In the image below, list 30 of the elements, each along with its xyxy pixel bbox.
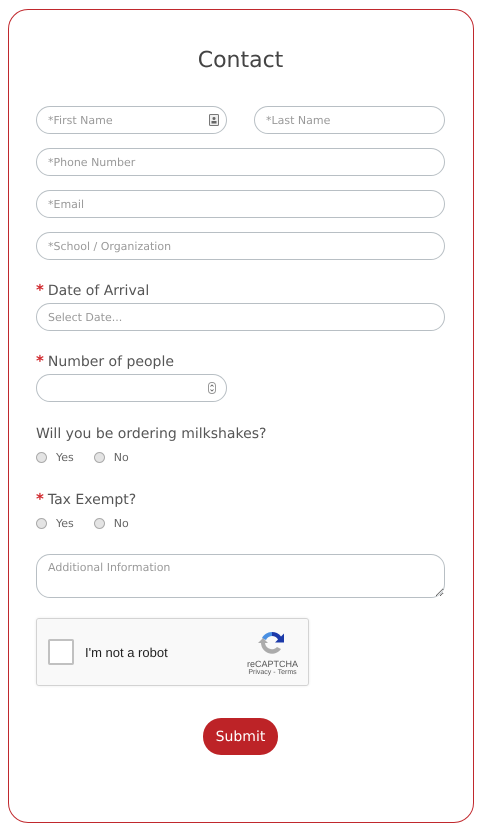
submit-button[interactable]: Submit	[202, 718, 278, 755]
checkbox[interactable]	[48, 639, 74, 665]
question-label: Tax Exempt?	[48, 492, 136, 508]
radio-button[interactable]	[36, 452, 47, 463]
input-field[interactable]: *Phone Number	[36, 148, 445, 176]
spinner-icon[interactable]	[208, 382, 216, 394]
number-field[interactable]	[36, 374, 227, 402]
radio-button[interactable]	[94, 518, 105, 529]
required-marker: *	[36, 490, 44, 508]
input-field[interactable]: *First Name	[36, 106, 227, 134]
option-label: Yes	[56, 517, 74, 530]
required-marker: *	[36, 281, 44, 299]
option-label: No	[114, 517, 129, 530]
input-field[interactable]: *Email	[36, 190, 445, 218]
option-label: Yes	[56, 451, 74, 464]
question-label: Will you be ordering milkshakes?	[36, 426, 266, 442]
text-area[interactable]: Additional Information	[36, 554, 445, 598]
input-field[interactable]: *Last Name	[254, 106, 445, 134]
required-marker: *	[36, 352, 44, 370]
form-title: Contact	[196, 47, 284, 75]
option-label: No	[114, 451, 129, 464]
question-label: Date of Arrival	[48, 283, 150, 299]
question-label: Number of people	[48, 354, 174, 370]
radio-button[interactable]	[36, 518, 47, 529]
radio-button[interactable]	[94, 452, 105, 463]
contact-card-icon[interactable]	[209, 114, 219, 126]
checkbox-label: I'm not a robot	[85, 644, 169, 660]
input-field[interactable]: *School / Organization	[36, 232, 445, 260]
brand-name: reCAPTCHA	[246, 658, 298, 668]
input-field[interactable]: Select Date...	[36, 303, 445, 331]
